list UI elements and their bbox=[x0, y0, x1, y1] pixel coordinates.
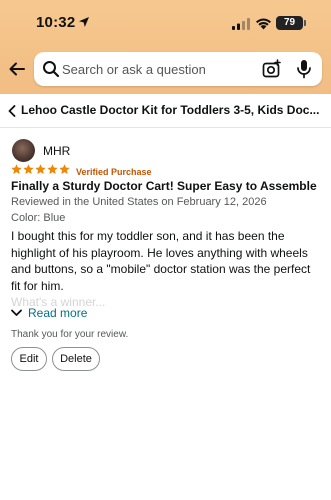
chevron-left-icon bbox=[8, 105, 16, 117]
reviewer-avatar bbox=[12, 139, 35, 162]
wifi-icon bbox=[256, 18, 271, 30]
location-arrow-icon bbox=[79, 17, 89, 27]
star-icon bbox=[11, 164, 22, 175]
edit-review-button[interactable]: Edit bbox=[11, 347, 47, 371]
star-icon bbox=[47, 164, 58, 175]
microphone-icon[interactable] bbox=[296, 59, 312, 79]
battery-level: 79 bbox=[276, 16, 303, 30]
review-date: Reviewed in the United States on Februar… bbox=[11, 196, 267, 208]
cellular-signal-icon bbox=[232, 18, 250, 30]
reviewer-name: MHR bbox=[43, 144, 71, 158]
product-variant: Color: Blue bbox=[11, 212, 66, 224]
read-more-button[interactable]: Read more bbox=[11, 305, 87, 321]
search-bar[interactable] bbox=[34, 52, 322, 86]
delete-review-button[interactable]: Delete bbox=[52, 347, 100, 371]
read-more-label[interactable]: Read more bbox=[28, 306, 87, 320]
status-time: 10:32 bbox=[36, 14, 76, 31]
star-icon bbox=[59, 164, 70, 175]
search-icon bbox=[43, 61, 60, 78]
status-bar: 10:32 79 bbox=[0, 0, 331, 46]
chevron-down-icon bbox=[11, 309, 22, 316]
review-body: I bought this for my toddler son, and it… bbox=[11, 229, 311, 293]
thank-you-message: Thank you for your review. bbox=[11, 329, 129, 340]
app-header: 10:32 79 bbox=[0, 0, 331, 94]
verified-purchase-badge: Verified Purchase bbox=[76, 167, 152, 177]
star-icon bbox=[35, 164, 46, 175]
review-headline: Finally a Sturdy Doctor Cart! Super Easy… bbox=[11, 179, 317, 193]
camera-search-icon[interactable] bbox=[262, 59, 282, 79]
star-icon bbox=[23, 164, 34, 175]
battery-tip bbox=[304, 20, 306, 26]
star-rating bbox=[11, 164, 70, 178]
back-arrow-icon[interactable] bbox=[8, 60, 26, 78]
product-breadcrumb[interactable]: Lehoo Castle Doctor Kit for Toddlers 3-5… bbox=[0, 94, 331, 128]
search-input[interactable] bbox=[62, 52, 252, 86]
product-title-link[interactable]: Lehoo Castle Doctor Kit for Toddlers 3-5… bbox=[21, 103, 327, 117]
